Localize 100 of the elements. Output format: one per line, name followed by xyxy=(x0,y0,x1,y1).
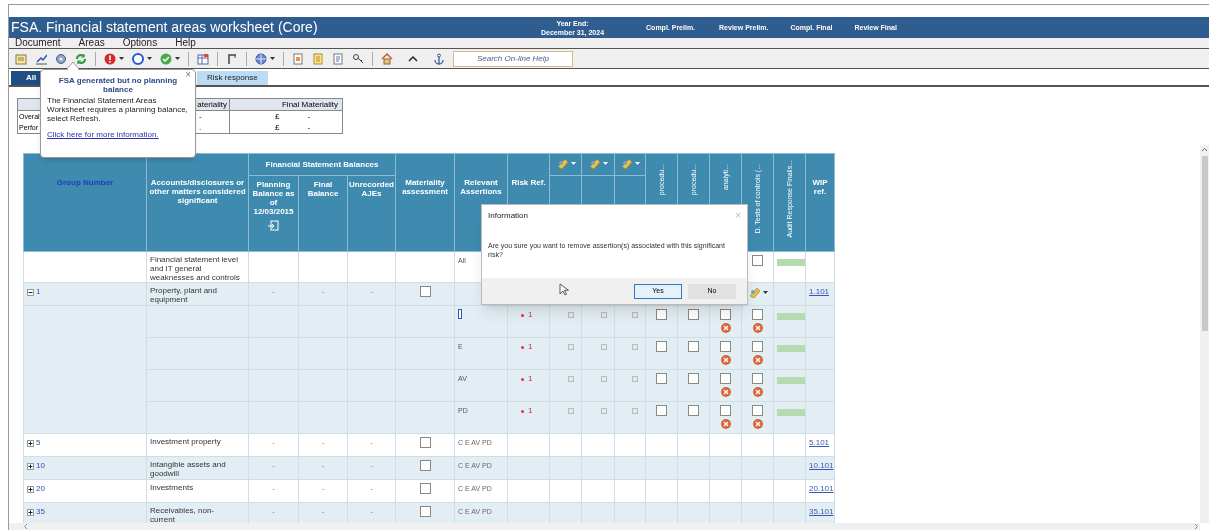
chevron-right-icon[interactable] xyxy=(1194,523,1199,530)
menu-item[interactable]: Options xyxy=(122,38,158,48)
table-cell: - xyxy=(272,438,275,447)
status-bar xyxy=(777,259,806,266)
checkbox[interactable] xyxy=(688,309,700,321)
column-header: Accounts/disclosures or other matters considered significant xyxy=(149,178,246,205)
chevron-up-icon[interactable] xyxy=(1201,147,1208,153)
menu-button[interactable] xyxy=(620,157,641,169)
toolbar-button[interactable] xyxy=(130,50,154,67)
remove-icon[interactable] xyxy=(720,355,731,365)
chart-icon xyxy=(35,52,47,65)
column-header: Group Number xyxy=(56,178,114,187)
window-title: FSA. Financial statement areas worksheet (Core) xyxy=(11,18,319,37)
checkbox[interactable] xyxy=(656,405,668,417)
risk-ref: 1 xyxy=(528,405,533,417)
checkbox[interactable] xyxy=(752,373,764,385)
column-header: Risk Ref. xyxy=(511,178,546,187)
chevron-left-icon[interactable] xyxy=(23,523,28,530)
remove-icon[interactable] xyxy=(752,387,763,397)
horizontal-scrollbar[interactable] xyxy=(9,523,1200,530)
menu-item[interactable]: Document xyxy=(15,38,61,48)
table-cell: - xyxy=(370,484,373,493)
table-cell-text: Intangible assets and goodwill xyxy=(150,460,227,478)
menu-item[interactable]: Help xyxy=(175,38,196,48)
text-cursor[interactable] xyxy=(458,309,463,319)
tab[interactable]: Risk response xyxy=(197,71,268,85)
collapse-icon[interactable] xyxy=(27,288,34,296)
column-header: Final Materiality xyxy=(282,98,338,111)
table-cell: - xyxy=(370,438,373,447)
checkbox[interactable] xyxy=(720,373,732,385)
alert-icon xyxy=(104,52,116,65)
risk-dot-icon xyxy=(521,345,525,349)
menu-button[interactable] xyxy=(747,286,768,298)
remove-icon[interactable] xyxy=(720,419,731,429)
checkbox[interactable] xyxy=(419,437,431,449)
pencil-icon xyxy=(620,157,633,169)
anchor-icon xyxy=(433,52,445,65)
checkbox[interactable] xyxy=(419,506,431,518)
import-icon[interactable] xyxy=(268,220,279,231)
menu-item[interactable]: Areas xyxy=(78,38,105,48)
pointer-icon xyxy=(559,283,569,296)
checkbox[interactable] xyxy=(688,341,700,353)
menu-button[interactable] xyxy=(588,157,609,169)
pencil-icon xyxy=(747,286,760,298)
search-field[interactable]: Search On-line Help xyxy=(453,50,573,67)
checkbox[interactable] xyxy=(688,373,700,385)
checkbox[interactable] xyxy=(720,341,732,353)
help-link[interactable]: Click here for more information. xyxy=(47,129,189,141)
table-cell-text: Investments xyxy=(150,483,195,492)
table-cell: - xyxy=(199,112,202,121)
checkbox[interactable] xyxy=(419,460,431,472)
checkbox[interactable] xyxy=(720,309,732,321)
column-header: Planning Balance as of 12/03/2015 xyxy=(252,180,295,216)
risk-dot-icon xyxy=(521,409,525,413)
checkbox[interactable] xyxy=(419,483,431,495)
table-cell-text: Financial statement level and IT general weaknesses and controls xyxy=(150,255,241,282)
remove-icon[interactable] xyxy=(752,355,763,365)
remove-icon[interactable] xyxy=(752,323,763,333)
status-bar xyxy=(777,377,806,384)
checkbox[interactable] xyxy=(656,309,668,321)
risk-ref: 1 xyxy=(528,373,533,385)
checkbox[interactable] xyxy=(720,405,732,417)
globe-icon xyxy=(255,52,267,65)
vertical-scrollbar[interactable] xyxy=(1200,145,1209,523)
checkbox[interactable] xyxy=(656,373,668,385)
checkbox[interactable] xyxy=(752,309,764,321)
checkbox[interactable] xyxy=(656,341,668,353)
table-icon xyxy=(197,52,209,65)
group-number: 20 xyxy=(36,483,45,495)
expand-icon[interactable] xyxy=(27,485,34,493)
checkbox[interactable] xyxy=(752,341,764,353)
caret-icon xyxy=(762,290,768,294)
expand-icon[interactable] xyxy=(27,462,34,470)
menu-button[interactable] xyxy=(555,157,576,169)
table-cell: - xyxy=(321,507,325,516)
expand-icon[interactable] xyxy=(27,508,34,516)
checkbox[interactable] xyxy=(688,405,700,417)
checkbox[interactable] xyxy=(752,255,764,267)
scrollbar-thumb[interactable] xyxy=(1201,156,1208,331)
caret-icon xyxy=(603,161,609,165)
status-bar xyxy=(777,409,806,416)
remove-icon[interactable] xyxy=(720,387,731,397)
column-group-header: Financial Statement Balances xyxy=(265,160,379,169)
status-bar xyxy=(777,313,806,320)
table-cell: - xyxy=(321,484,325,493)
checkbox[interactable] xyxy=(752,405,764,417)
currency-sign: £ xyxy=(275,111,280,122)
checkbox[interactable] xyxy=(419,286,431,298)
remove-icon[interactable] xyxy=(752,419,763,429)
table-cell-text: Receivables, non-current xyxy=(150,506,216,524)
dialog-title: Information xyxy=(488,210,529,222)
remove-icon[interactable] xyxy=(720,323,731,333)
page-icon xyxy=(332,52,344,65)
risk-ref: 1 xyxy=(528,341,533,353)
close-button[interactable]: × xyxy=(185,70,191,80)
pencil-icon xyxy=(555,157,568,169)
caret-icon xyxy=(119,57,124,60)
expand-icon[interactable] xyxy=(27,439,34,447)
home-icon xyxy=(381,52,393,65)
group-number: 5 xyxy=(36,437,41,449)
